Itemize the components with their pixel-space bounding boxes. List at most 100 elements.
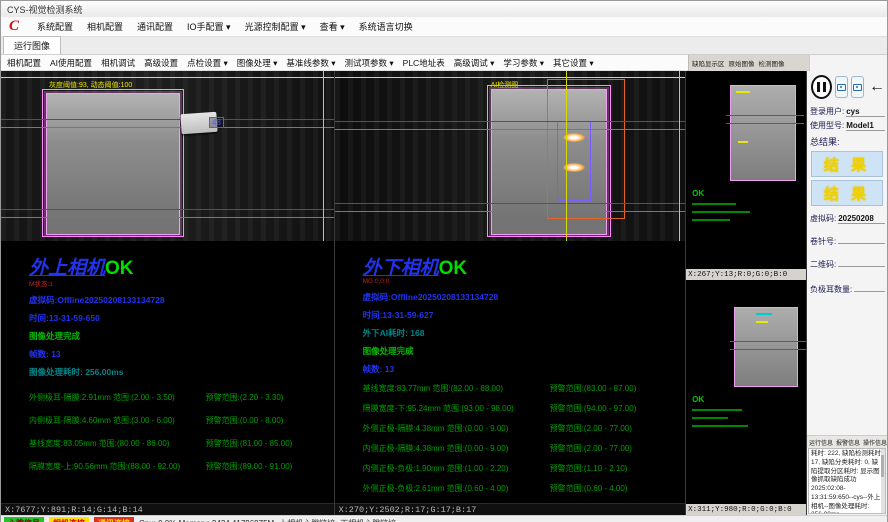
tool-learn-params[interactable]: 学习参数 ▾ [503,57,544,69]
menu-light-config[interactable]: 光源控制配置 ▾ [245,20,306,33]
pause-button[interactable] [811,75,832,99]
measure-value: 隔膜宽度-上:90.56mm 范围:(88.00 - 92.00) [29,461,206,472]
mini-text-line [692,203,736,205]
tool-baseline-params[interactable]: 基准线参数 ▾ [286,57,335,69]
measure-value: 内侧极耳-隔膜:4.60mm 范围:(3.00 - 6.00) [29,415,206,426]
mini-green-line [730,341,806,342]
measure-line-green [335,129,686,130]
tab-run-info[interactable]: 运行信息 [809,438,833,447]
measure-line-green [335,211,686,212]
measurement-row: 外侧正极-负极:2.61mm 范围:(0.60 - 4.00) 预警范围:(0.… [363,483,686,494]
camera-name: 外上相机 [29,258,105,279]
warn-range: 预警范围:(94.00 - 97.00) [550,403,637,414]
measurement-list: 基线宽度:83.77mm 范围:(82.00 - 88.00) 预警范围:(83… [363,383,686,494]
menu-camera-config[interactable]: 相机配置 [87,20,123,33]
mini-yellow-mark [738,141,748,143]
yellow-separator-line [679,71,680,241]
menu-language-switch[interactable]: 系统语言切换 [359,20,413,33]
warn-range: 预警范围:(0.60 - 4.00) [550,483,628,494]
tab-operate-info[interactable]: 操作信息 [863,438,887,447]
back-arrow-icon[interactable]: ← [869,78,885,96]
barcode-line: 虚拟码:Offline20250208133134728 [363,291,686,303]
tool-camera-config[interactable]: 相机配置 [7,57,41,69]
tool-spotcheck[interactable]: 点检设置 ▾ [187,57,228,69]
camera-bottom-button[interactable] [851,76,864,98]
yellow-separator-line [323,71,324,241]
tool-image-process[interactable]: 图像处理 ▾ [237,57,278,69]
qr-field: 二维码: [807,255,887,270]
mini-green-line [730,349,806,350]
virtual-code-label: 虚拟码: [810,213,836,224]
defect-thumbnail-column: OK X:267;Y:13;R:0;G:0;B:0 OK X:311;Y:980… [686,71,807,515]
model-input[interactable]: Model1 [846,121,885,131]
tool-other-settings[interactable]: 其它设置 ▾ [553,57,594,69]
needle-input[interactable] [838,235,885,244]
measurement-row: 内侧极耳-隔膜:4.60mm 范围:(3.00 - 6.00) 预警范围:(0.… [29,415,334,426]
frame-count-line: 帧数: 13 [363,363,686,375]
log-tabs: 运行信息 报警信息 操作信息 [807,435,887,448]
measurement-row: 隔膜宽度-上:90.56mm 范围:(88.00 - 92.00) 预警范围:(… [29,461,334,472]
measure-value: 外侧正极-隔膜:4.38mm 范围:(0.00 - 9.00) [363,423,550,434]
defect-thumb-bottom[interactable]: OK X:311;Y:980;R:0;G:0;B:0 [686,283,806,515]
menu-comm-config[interactable]: 通讯配置 [137,20,173,33]
measure-value: 外侧极耳-隔膜:2.91mm 范围:(2.00 - 3.50) [29,392,206,403]
ok-status: OK [105,258,134,279]
threshold-overlay-label: 灰度阈值:93, 动态阈值:100 [49,80,132,90]
run-log-box[interactable]: 耗时: 222, 缺陷检测耗时: 17, 缺陷分类耗时: 0, 缺陷提取分区耗时… [808,448,886,514]
login-user-input[interactable]: cys [846,107,885,117]
menu-view[interactable]: 查看 ▾ [320,20,345,33]
measurement-list: 外侧极耳-隔膜:2.91mm 范围:(2.00 - 3.50) 预警范围:(2.… [29,392,334,472]
warn-range: 预警范围:(0.00 - 8.00) [206,415,284,426]
menubar: C 系统配置 相机配置 通讯配置 IO手配置 ▾ 光源控制配置 ▾ 查看 ▾ 系… [1,17,887,37]
defect-view-tabs: 缺陷显示区 原始图像 检测图像 [688,55,809,71]
tool-advanced-debug[interactable]: 高级调试 ▾ [454,57,495,69]
result-box-bottom: 结 果 [811,180,883,206]
warn-range: 预警范围:(81.00 - 85.00) [206,438,293,449]
right-sidebar: ← 登录用户: cys 使用型号: Model1 总结果: 结 果 结 果 虚拟… [807,71,887,515]
top-camera-heartbeat-link[interactable]: 上相机心跳链接 [279,518,335,522]
tab-run-image[interactable]: 运行图像 [3,36,61,54]
tool-plc-table[interactable]: PLC地址表 [403,57,445,69]
run-log-text: 耗时: 222, 缺陷检测耗时: 17, 缺陷分类耗时: 0, 缺陷提取分区耗时… [811,450,883,514]
menu-system-config[interactable]: 系统配置 [37,20,73,33]
heartbeat-badge: 心跳信号 [4,517,44,522]
mini-text-line [692,219,730,221]
yellow-separator-line [566,71,567,241]
camera-top-button[interactable] [835,76,848,98]
camera-view-outer-top: 灰度阈值:93, 动态阈值:100 48 外上相机OK M状态:1 虚拟码:Of… [1,71,335,515]
warn-range: 预警范围:(2.20 - 3.30) [206,392,284,403]
sidebar-controls: ← [807,71,887,103]
log-scrollbar[interactable] [881,449,885,513]
tool-ai-usage[interactable]: AI使用配置 [50,57,92,69]
result-block-top: 外上相机OK M状态:1 虚拟码:Offline2025020813313472… [1,241,334,503]
model-field: 使用型号: Model1 [807,117,887,131]
tab-strip: 运行图像 [1,37,887,55]
mini-battery-region [730,85,796,181]
camera-image-bottom[interactable]: AI检测图 [335,71,686,241]
menu-io-config[interactable]: IO手配置 ▾ [187,20,231,33]
tool-advanced-settings[interactable]: 高级设置 [144,57,178,69]
tab-alarm-info[interactable]: 报警信息 [836,438,860,447]
measurement-row: 内侧正极-隔膜:4.38mm 范围:(0.00 - 9.00) 预警范围:(2.… [363,443,686,454]
pause-icon [817,82,820,92]
qr-input[interactable] [838,258,885,267]
camera-icon [837,84,846,91]
defect-thumb-top[interactable]: OK X:267;Y:13;R:0;G:0;B:0 [686,71,806,280]
tab-detect-image[interactable]: 检测图像 [759,58,785,68]
tool-test-params[interactable]: 测试项参数 ▾ [345,57,394,69]
result-block-bottom: 外下相机OK MG:0,0:0 虚拟码:Offline2025020813313… [335,241,686,503]
tab-raw-image[interactable]: 原始图像 [729,58,755,68]
yellow-guide-line [1,77,334,78]
cursor-coordinates-bottom: X:270;Y:2502;R:17;G:17;B:17 [335,503,686,515]
needle-field: 卷针号: [807,232,887,247]
warn-range: 预警范围:(83.00 - 87.00) [550,383,637,394]
tool-camera-debug[interactable]: 相机调试 [101,57,135,69]
anode-count-input[interactable] [854,283,885,292]
app-logo-icon: C [5,18,23,35]
bottom-camera-heartbeat-link[interactable]: 下相机心跳链接 [340,518,396,522]
thumb-top-coordinates: X:267;Y:13;R:0;G:0;B:0 [686,269,806,280]
barcode-line: 虚拟码:Offline20250208133134728 [29,294,334,306]
virtual-code-value[interactable]: 20250208 [838,214,885,224]
camera-image-top[interactable]: 灰度阈值:93, 动态阈值:100 48 [1,71,334,241]
tab-defect-area[interactable]: 缺陷显示区 [692,58,725,68]
